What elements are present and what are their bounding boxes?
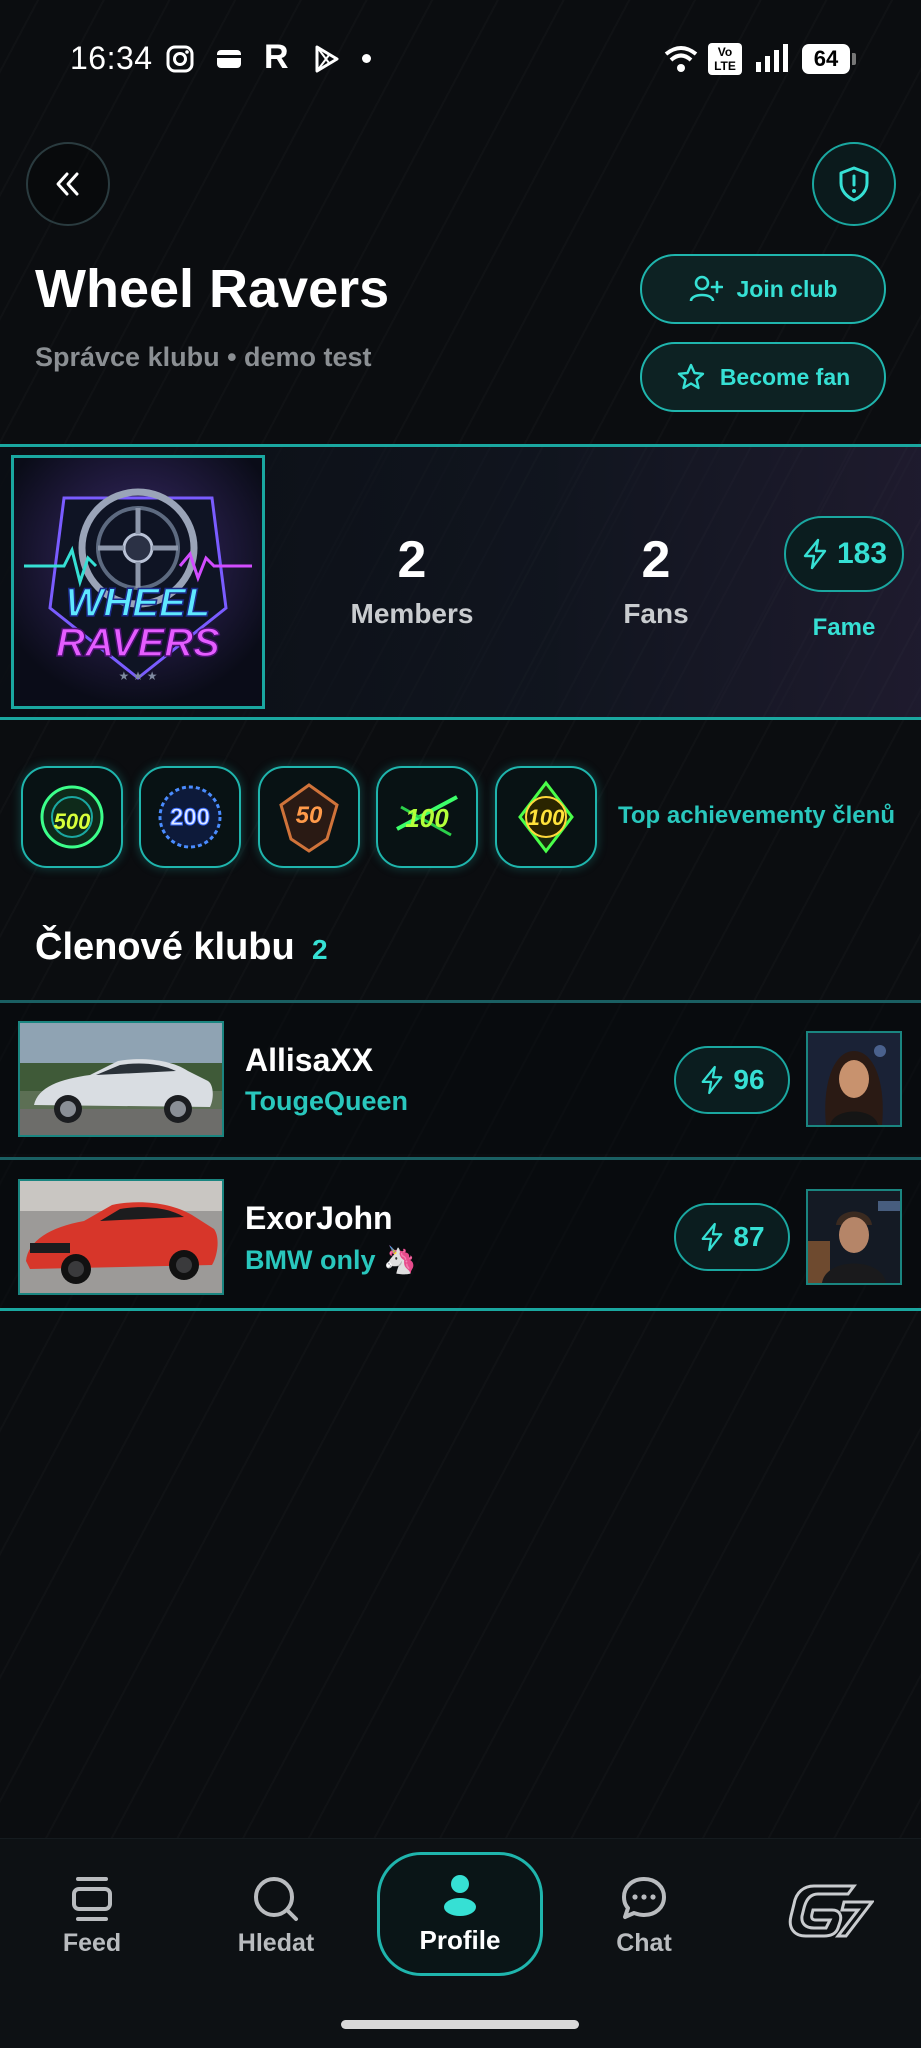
svg-text:WHEEL: WHEEL <box>66 581 210 625</box>
home-indicator[interactable] <box>341 2020 579 2029</box>
member-car-photo <box>18 1179 224 1295</box>
club-subtitle: Správce klubu • demo test <box>35 342 372 372</box>
nav-profile[interactable]: Profile <box>377 1852 543 1976</box>
member-tagline: TougeQueen <box>245 1086 409 1116</box>
club-name: Wheel Ravers <box>35 259 390 319</box>
lightning-icon <box>702 1222 723 1252</box>
notification-dot-icon <box>362 54 371 63</box>
report-button[interactable] <box>812 142 896 226</box>
members-section-title: Členové klubu <box>35 926 295 968</box>
nav-feed[interactable]: Feed <box>22 1875 162 1958</box>
signal-icon <box>756 44 788 72</box>
join-club-button[interactable]: Join club <box>640 254 886 324</box>
member-tagline: BMW only 🦄 <box>245 1245 417 1275</box>
members-count-label: Members <box>350 598 474 629</box>
achievement-badge[interactable]: 200 <box>139 766 241 868</box>
achievement-badge[interactable]: 50 <box>258 766 360 868</box>
svg-text:100: 100 <box>528 805 565 830</box>
nav-search[interactable]: Hledat <box>206 1875 346 1958</box>
member-score: 87 <box>674 1203 790 1271</box>
wifi-icon <box>664 46 698 72</box>
fans-count-value: 2 <box>641 531 671 589</box>
double-chevron-left-icon <box>56 172 79 196</box>
search-icon <box>254 1877 298 1921</box>
member-avatar[interactable] <box>806 1189 902 1285</box>
star-icon <box>677 363 705 390</box>
instagram-icon <box>166 45 194 73</box>
shield-alert-icon <box>839 166 869 202</box>
svg-text:500: 500 <box>54 809 91 834</box>
svg-text:100: 100 <box>405 803 449 833</box>
fame-label: Fame <box>812 614 876 641</box>
svg-text:50: 50 <box>296 802 323 829</box>
member-name: ExorJohn <box>245 1200 393 1236</box>
feed-icon <box>72 1877 112 1921</box>
svg-text:RAVERS: RAVERS <box>56 621 220 665</box>
profile-icon <box>444 1874 476 1916</box>
fans-count-label: Fans <box>623 598 689 629</box>
play-store-icon <box>315 45 339 73</box>
members-count-value: 2 <box>397 531 427 589</box>
status-bar: 16:34 R Vo LTE 64 <box>0 0 921 118</box>
fame-value: 183 <box>836 537 888 570</box>
achievement-badge[interactable]: 500 <box>21 766 123 868</box>
club-logo: WHEEL RAVERS ★ ★ ★ <box>11 455 265 709</box>
wallet-icon <box>217 50 241 68</box>
status-time: 16:34 <box>70 40 153 76</box>
volte-icon: Vo LTE <box>708 43 742 75</box>
member-score: 96 <box>674 1046 790 1114</box>
chat-icon <box>622 1877 666 1919</box>
battery-indicator: 64 <box>802 44 856 74</box>
achievement-badge[interactable]: 100 <box>495 766 597 868</box>
app-logo-icon[interactable] <box>784 1880 876 1945</box>
lightning-icon <box>702 1065 723 1095</box>
join-club-label: Join club <box>736 275 838 302</box>
svg-text:★ ★ ★: ★ ★ ★ <box>119 669 158 683</box>
become-fan-button[interactable]: Become fan <box>640 342 886 412</box>
add-user-icon <box>689 275 723 302</box>
back-button[interactable] <box>26 142 110 226</box>
achievement-badge[interactable]: 100 <box>376 766 478 868</box>
member-name: AllisaXX <box>245 1042 374 1078</box>
member-car-photo <box>18 1021 224 1137</box>
members-section-count: 2 <box>312 934 328 965</box>
lightning-icon <box>803 538 827 570</box>
svg-text:200: 200 <box>170 804 210 831</box>
nav-chat[interactable]: Chat <box>574 1875 714 1958</box>
become-fan-label: Become fan <box>719 363 851 390</box>
top-achievements-link[interactable]: Top achievementy členů <box>618 802 895 830</box>
fame-badge[interactable]: 183 <box>784 516 904 592</box>
revolut-icon: R <box>264 38 289 76</box>
member-avatar[interactable] <box>806 1031 902 1127</box>
